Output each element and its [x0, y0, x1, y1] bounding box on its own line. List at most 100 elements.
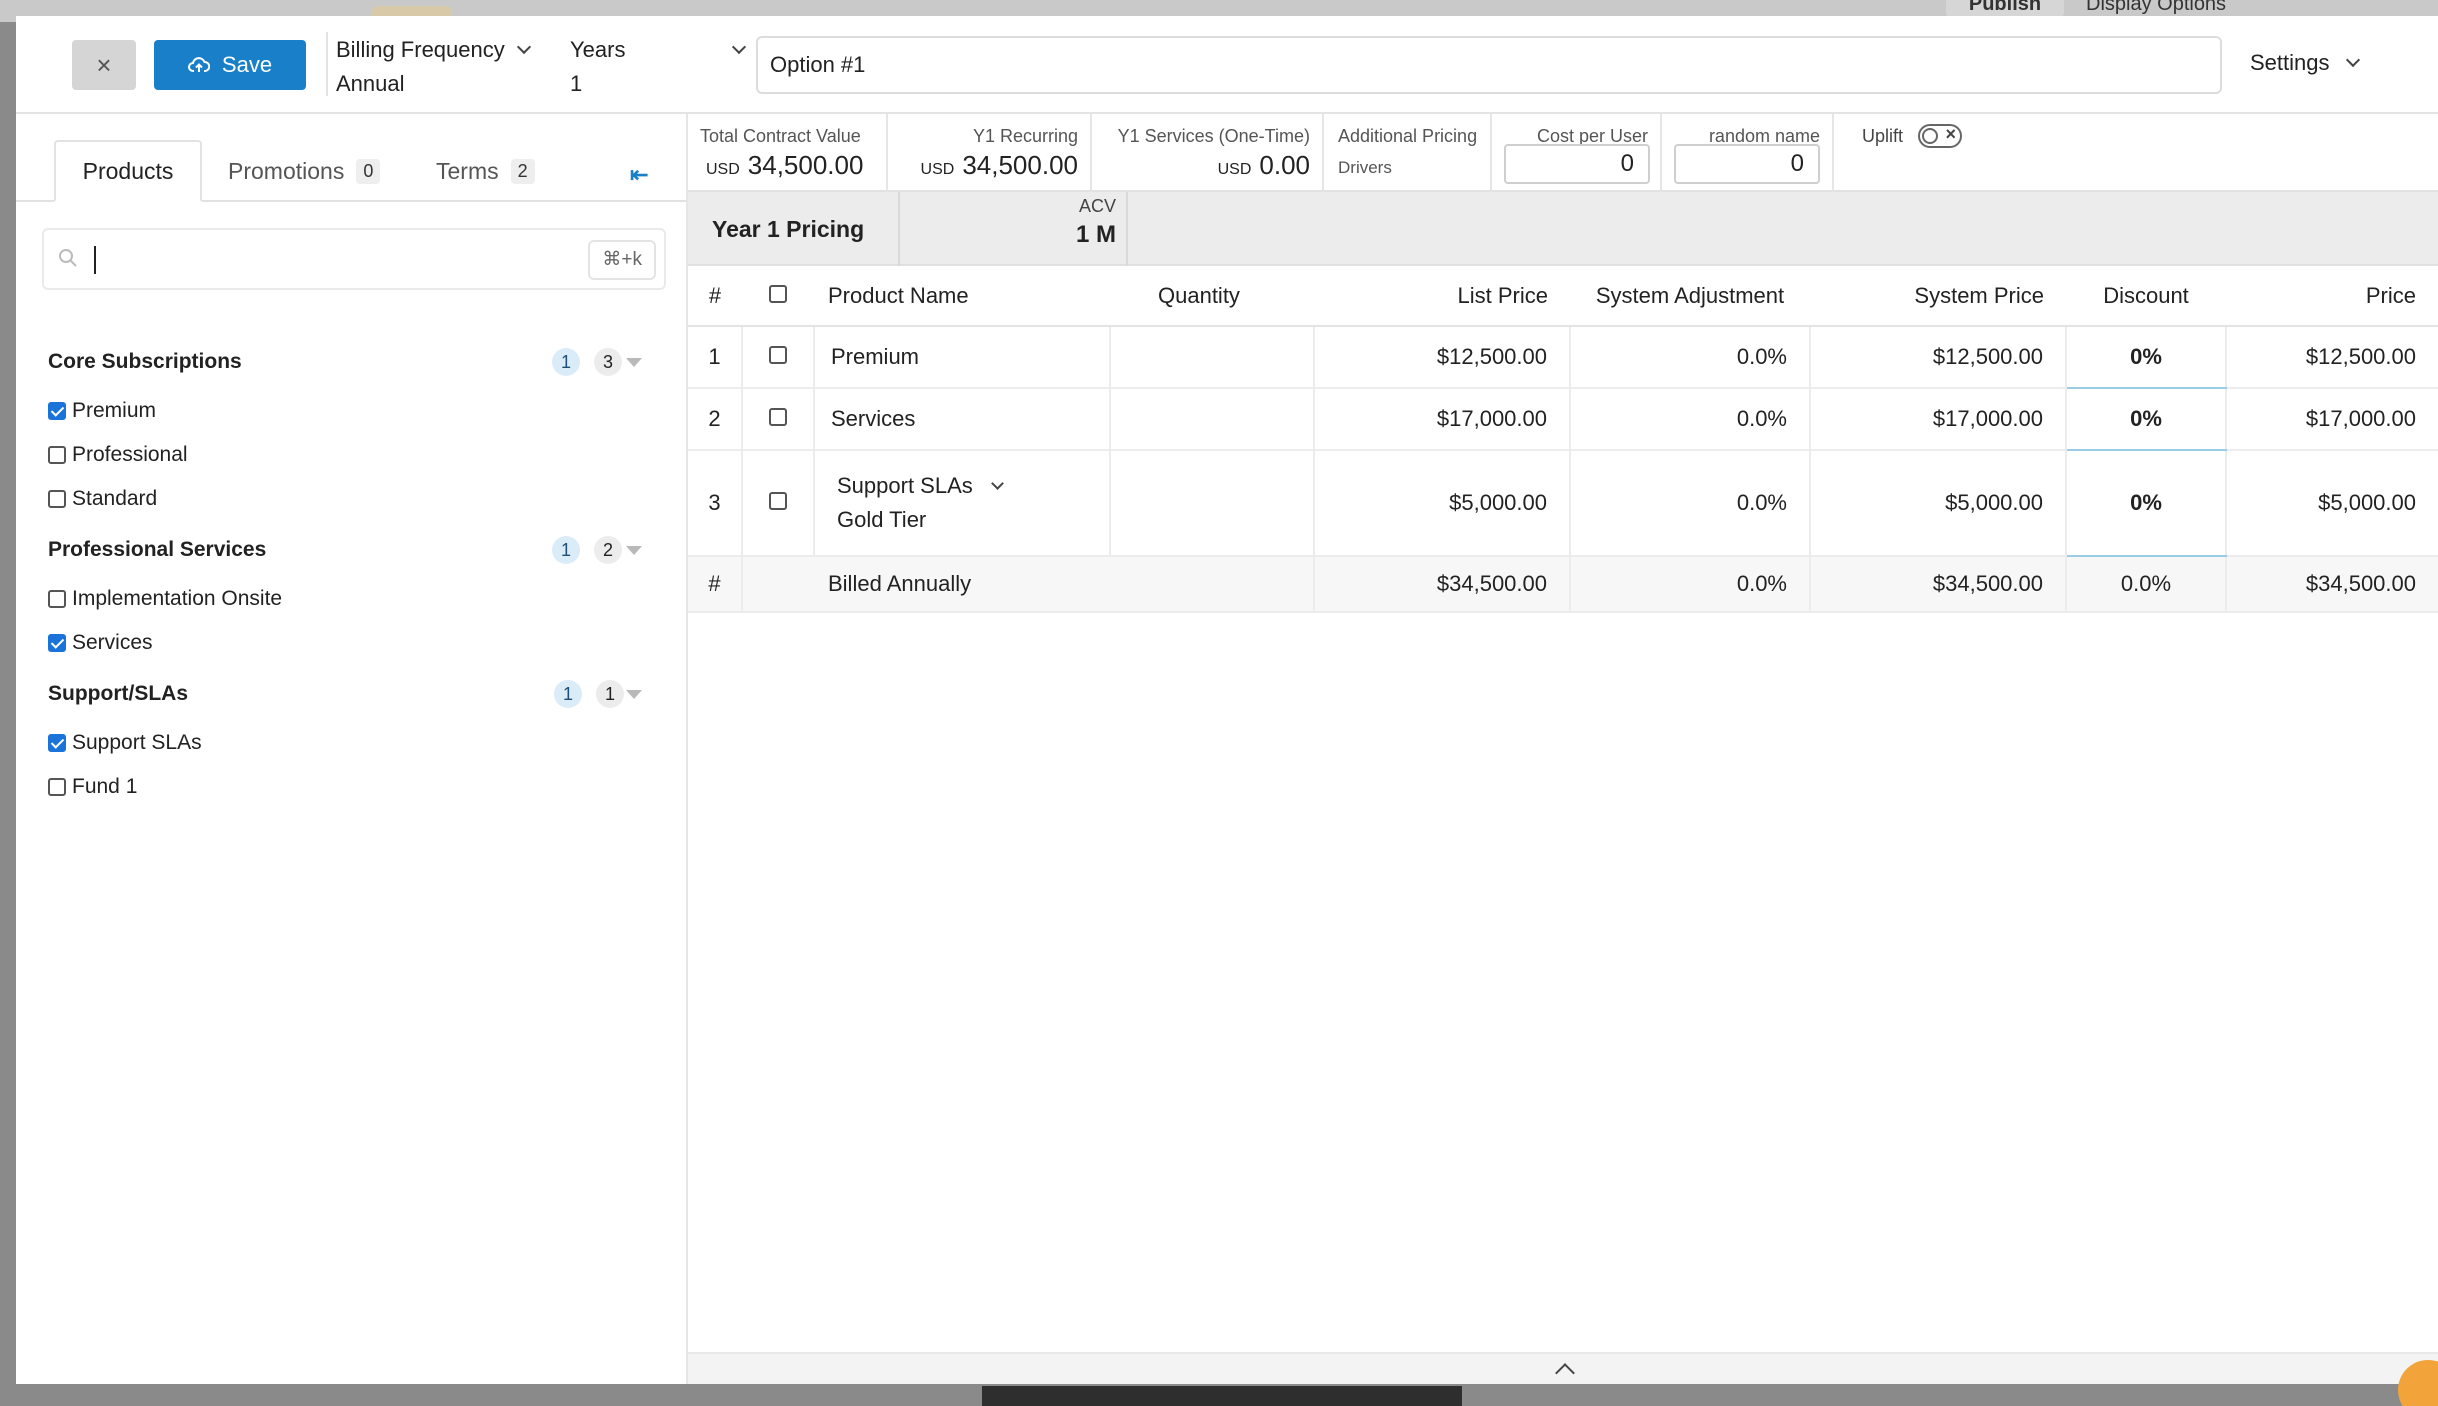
row-number: 1 — [688, 326, 742, 389]
keyboard-shortcut-hint: ⌘+k — [588, 240, 656, 280]
save-button[interactable]: Save — [154, 40, 306, 90]
metric-value: USD 34,500.00 — [921, 150, 1078, 181]
tab-promotions[interactable]: Promotions 0 — [228, 140, 381, 202]
uplift-toggle[interactable]: × — [1918, 124, 1962, 148]
group-name: Professional Services — [48, 538, 267, 561]
product-checkbox-premium[interactable]: Premium — [48, 394, 156, 428]
product-name-cell: Premium — [813, 326, 1110, 389]
chevron-down-icon — [516, 39, 531, 55]
currency-code: USD — [706, 161, 740, 178]
product-variant-select[interactable]: Support SLAs — [837, 469, 1109, 503]
row-checkbox[interactable] — [769, 408, 787, 426]
chevron-down-icon — [990, 476, 1004, 490]
metric-additional-pricing-drivers: Additional Pricing Drivers — [1324, 114, 1492, 192]
tab-count-badge: 0 — [356, 158, 381, 184]
row-select — [741, 450, 814, 557]
select-all-checkbox[interactable] — [769, 284, 787, 303]
product-search-input[interactable]: ⌘+k — [42, 228, 666, 290]
col-header-quantity[interactable]: Quantity — [1110, 266, 1314, 327]
tab-label: Promotions — [228, 157, 345, 184]
collapse-panel-icon[interactable]: ⇤ — [630, 162, 648, 188]
total-count-badge: 2 — [594, 536, 622, 564]
row-select — [741, 556, 814, 613]
product-catalog-panel: Products Promotions 0 Terms 2 ⇤ ⌘+k Core S… — [16, 114, 688, 1384]
table-header-row: # Product Name Quantity List Price Syste… — [688, 266, 2438, 327]
chevron-up-icon — [1555, 1363, 1575, 1383]
row-checkbox[interactable] — [769, 346, 787, 364]
product-checkbox-support-slas[interactable]: Support SLAs — [48, 726, 202, 760]
checkbox[interactable] — [48, 446, 66, 464]
acv-summary: ACV 1 M — [900, 192, 1128, 266]
catalog-tabs: Products Promotions 0 Terms 2 ⇤ — [16, 114, 686, 202]
system-adjustment-cell: 0.0% — [1569, 388, 1810, 451]
billing-frequency-select[interactable]: Billing Frequency Annual — [336, 34, 531, 98]
col-header-product[interactable]: Product Name — [814, 266, 1110, 327]
metric-y1-recurring: Y1 Recurring USD 34,500.00 — [888, 114, 1092, 192]
checkbox[interactable] — [48, 590, 66, 608]
row-select — [741, 326, 814, 389]
list-price-cell: $17,000.00 — [1313, 388, 1570, 451]
col-header-price[interactable]: Price — [2226, 266, 2438, 327]
discount-input[interactable]: 0% — [2065, 388, 2227, 451]
system-price-cell: $5,000.00 — [1809, 450, 2066, 557]
system-price-cell: $12,500.00 — [1809, 326, 2066, 389]
acv-label: ACV — [1078, 196, 1116, 216]
close-button[interactable]: × — [72, 40, 136, 90]
checkbox[interactable] — [48, 490, 66, 508]
checkbox[interactable] — [48, 634, 66, 652]
product-name-cell: Services — [813, 388, 1110, 451]
discount-input[interactable]: 0% — [2065, 450, 2227, 557]
metric-label: Total Contract Value — [700, 126, 861, 146]
tab-count-badge: 2 — [510, 158, 535, 184]
product-checkbox-standard[interactable]: Standard — [48, 482, 157, 516]
price-cell: $12,500.00 — [2226, 326, 2438, 389]
group-name: Core Subscriptions — [48, 350, 242, 373]
product-name: Support SLAs — [837, 473, 973, 498]
product-checkbox-fund-1[interactable]: Fund 1 — [48, 770, 137, 804]
checkbox[interactable] — [48, 778, 66, 796]
pricing-panel: Total Contract Value USD 34,500.00 Y1 Rec… — [688, 114, 2438, 1384]
col-header-system-adjustment[interactable]: System Adjustment — [1570, 266, 1810, 327]
table-total-row: # Billed Annually $34,500.00 0.0% $34,50… — [688, 556, 2438, 613]
product-checkbox-professional[interactable]: Professional — [48, 438, 188, 472]
group-support-slas[interactable]: Support/SLAs 1 1 — [48, 678, 658, 712]
product-label: Premium — [72, 399, 157, 422]
tab-products[interactable]: Products — [54, 140, 202, 202]
random-name-input[interactable]: 0 — [1674, 144, 1820, 184]
list-price-cell: $5,000.00 — [1313, 450, 1570, 557]
row-number: 2 — [688, 388, 742, 451]
expand-bar[interactable] — [688, 1352, 2438, 1384]
total-system-price: $34,500.00 — [1809, 556, 2066, 613]
quantity-cell[interactable] — [1109, 326, 1314, 389]
col-header-system-price[interactable]: System Price — [1810, 266, 2066, 327]
tab-label: Products — [82, 157, 174, 184]
product-checkbox-services[interactable]: Services — [48, 626, 153, 660]
row-checkbox[interactable] — [769, 492, 787, 510]
quantity-cell[interactable] — [1109, 450, 1314, 557]
total-price: $34,500.00 — [2226, 556, 2438, 613]
billing-frequency-label: Billing Frequency — [336, 37, 505, 62]
checkbox[interactable] — [48, 734, 66, 752]
billing-frequency-value: Annual — [336, 71, 405, 96]
product-name-cell: Support SLAs Gold Tier — [813, 450, 1110, 557]
system-adjustment-cell: 0.0% — [1569, 450, 1810, 557]
group-name: Support/SLAs — [48, 682, 188, 705]
group-professional-services[interactable]: Professional Services 1 2 — [48, 534, 658, 568]
cost-per-user-input[interactable]: 0 — [1504, 144, 1650, 184]
metric-random-name: random name 0 — [1662, 114, 1834, 192]
price-cell: $17,000.00 — [2226, 388, 2438, 451]
checkbox[interactable] — [48, 402, 66, 420]
settings-dropdown[interactable]: Settings — [2250, 50, 2360, 76]
caret-down-icon — [626, 690, 642, 699]
discount-input[interactable]: 0% — [2065, 326, 2227, 389]
quantity-cell[interactable] — [1109, 388, 1314, 451]
year-pricing-title: Year 1 Pricing — [688, 192, 900, 266]
product-checkbox-implementation-onsite[interactable]: Implementation Onsite — [48, 582, 282, 616]
col-header-list-price[interactable]: List Price — [1314, 266, 1570, 327]
years-select[interactable]: Years 1 — [570, 34, 747, 98]
group-core-subscriptions[interactable]: Core Subscriptions 1 3 — [48, 346, 658, 380]
col-header-discount[interactable]: Discount — [2066, 266, 2226, 327]
total-list-price: $34,500.00 — [1313, 556, 1570, 613]
option-name-input[interactable]: Option #1 — [756, 36, 2222, 94]
tab-terms[interactable]: Terms 2 — [436, 140, 535, 202]
